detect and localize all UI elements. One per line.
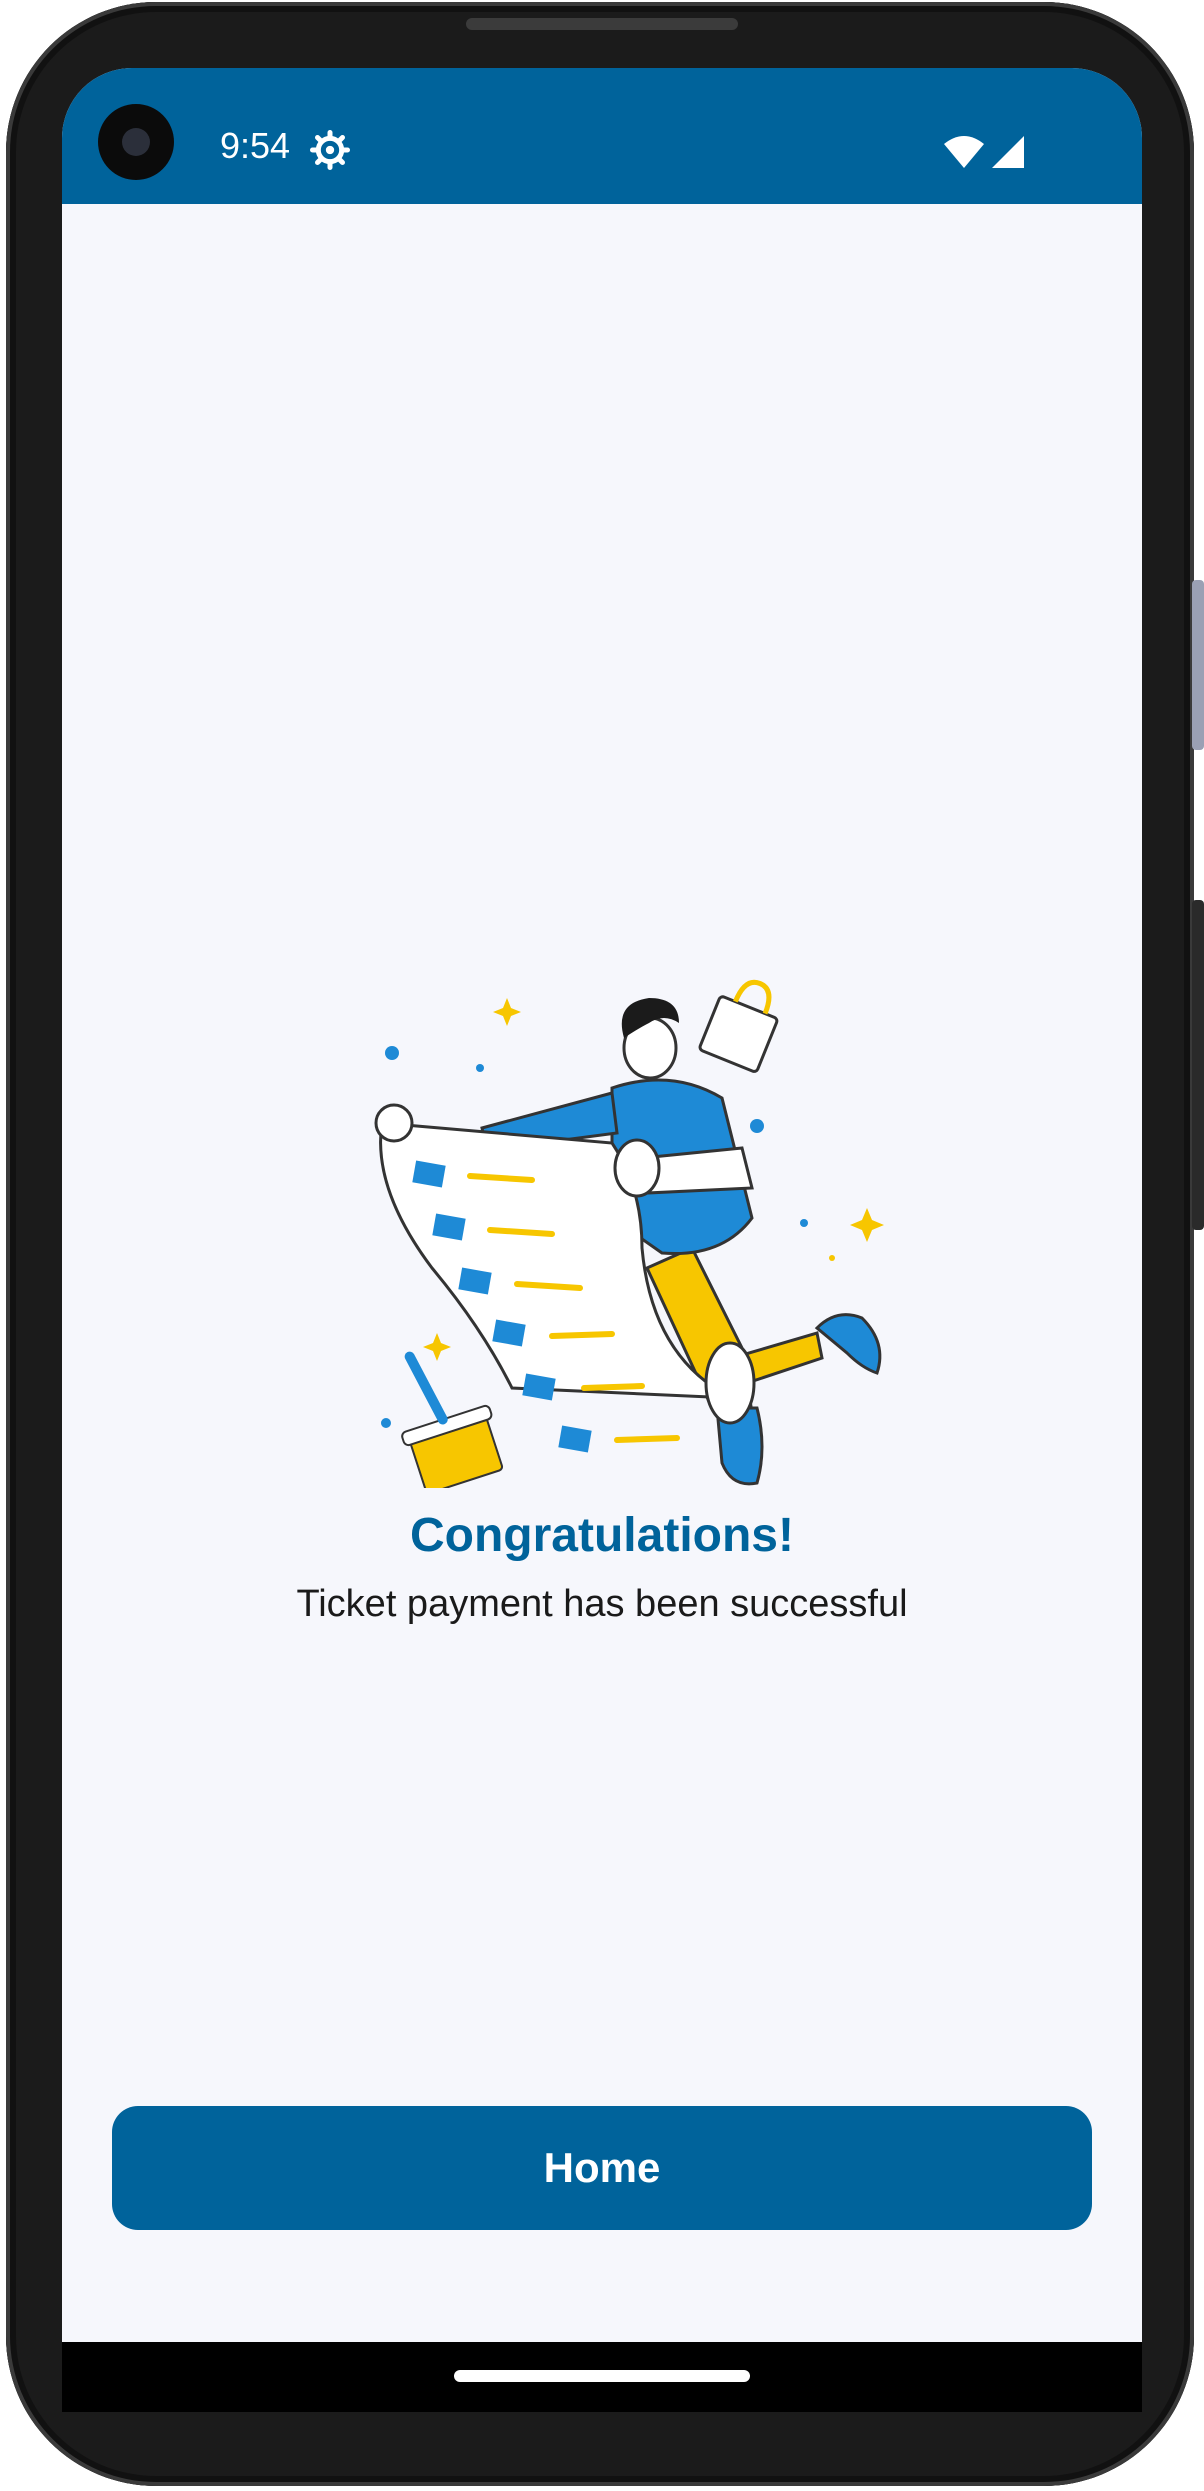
device-frame: 9:54 Congratulations! Ticket payment has… xyxy=(0,0,1204,2491)
status-bar: 9:54 xyxy=(62,68,1142,204)
gesture-navigation-bar[interactable] xyxy=(454,2370,750,2382)
home-button[interactable]: Home xyxy=(112,2106,1092,2230)
front-camera xyxy=(98,104,174,180)
volume-button xyxy=(1192,580,1204,750)
man-with-receipt-illustration xyxy=(374,979,884,1488)
signal-icon xyxy=(992,136,1024,168)
status-time: 9:54 xyxy=(220,125,291,166)
wifi-icon xyxy=(944,136,984,168)
power-button xyxy=(1192,900,1204,1230)
app-screen: 9:54 Congratulations! Ticket payment has… xyxy=(62,68,1142,2408)
earpiece-speaker xyxy=(466,18,738,30)
success-message: Ticket payment has been successful xyxy=(296,1583,908,1625)
gear-icon xyxy=(310,130,350,170)
page-title: Congratulations! xyxy=(410,1509,794,1562)
